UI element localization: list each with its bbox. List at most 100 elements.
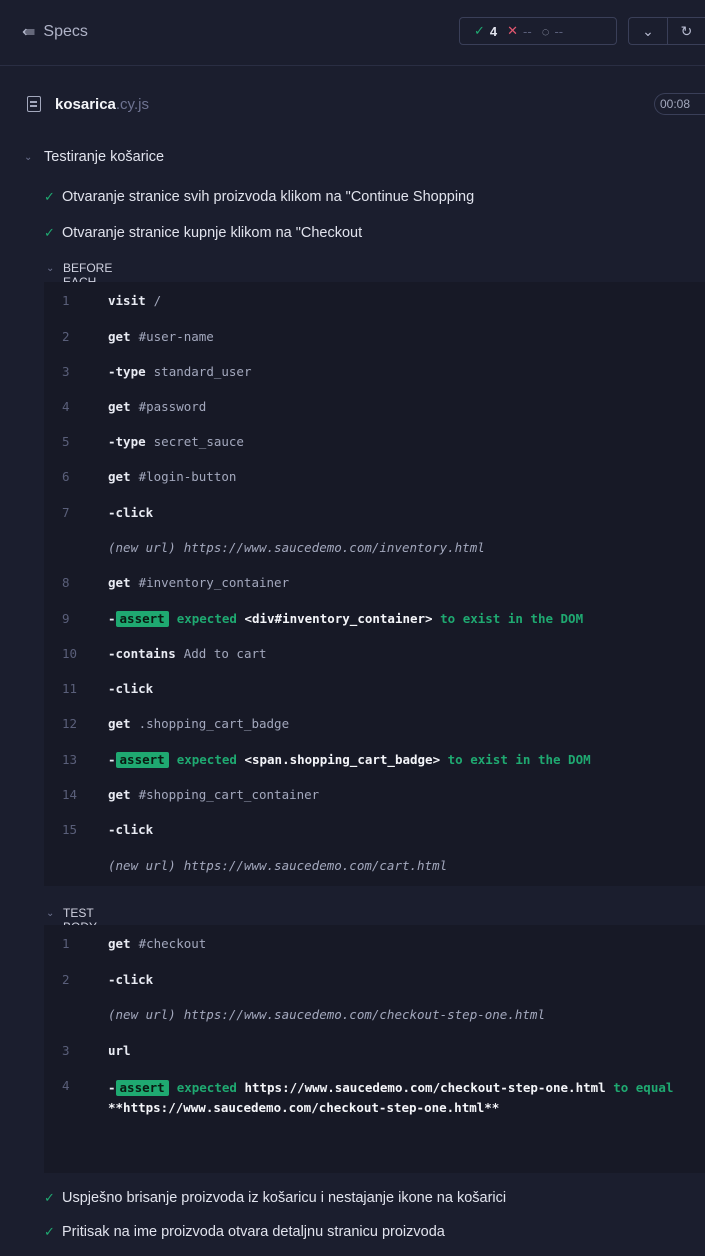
command-body: -type secret_sauce [108,434,244,449]
assert-subject: <span.shopping_cart_badge> [244,752,441,767]
child-dash: - [108,752,116,767]
assert-expected: expected [176,611,237,626]
command-name: -click [108,505,154,520]
assert-expected: expected [176,1080,237,1095]
command-message: #login-button [138,469,237,484]
command-body: (new url) https://www.saucedemo.com/cart.… [108,858,447,873]
line-number: 2 [62,329,70,344]
command-body: -click [108,972,153,987]
assert-predicate: to exist in the DOM [447,752,591,767]
chevron-down-icon: ⌄ [46,263,55,274]
line-number: 11 [62,681,78,696]
command-body: url [108,1043,131,1058]
back-to-specs-icon: ⇚ [22,24,36,41]
check-icon: ✓ [44,1224,55,1239]
command-message: #password [138,399,207,414]
assert-badge: assert [115,611,169,627]
command-body: - assert expected <div#inventory_container… [108,611,583,627]
command-name: get [108,399,131,414]
check-icon: ✓ [474,23,485,38]
test-title: Uspješno brisanje proizvoda iz košaricu … [62,1190,507,1206]
command-message: #inventory_container [138,575,290,590]
command-name: get [108,469,131,484]
test-title: Otvaranje stranice kupnje klikom na "Che… [62,225,363,241]
command-message: #checkout [138,936,207,951]
line-number: 14 [62,787,78,802]
assert-badge: assert [115,1080,169,1096]
specs-button[interactable]: ⇚ Specs [22,18,88,46]
child-dash: - [108,1080,116,1095]
passed-stat: ✓ 4 [474,23,497,39]
child-dash: - [108,611,116,626]
assert-predicate: to exist in the DOM [440,611,584,626]
command-name: get [108,936,131,951]
specs-label: Specs [43,23,88,40]
command-name: -click [108,972,154,987]
assert-expected-value: **https://www.saucedemo.com/checkout-ste… [108,1100,500,1115]
line-number: 1 [62,936,70,951]
command-body: -click [108,505,153,520]
command-log-before-each: 1 visit / 2 get #user-name 3 -type standard_user… [44,282,705,886]
line-number: 6 [62,469,70,484]
command-body: - assert expected https://www.saucedemo.co… [108,1078,688,1118]
command-body: (new url) https://www.saucedemo.com/check… [108,1007,545,1022]
pending-stat: ◌ -- [542,24,563,39]
line-number: 10 [62,646,78,661]
line-number: 5 [62,434,70,449]
command-body: get .shopping_cart_badge [108,716,289,731]
failed-count: -- [523,23,532,39]
check-icon: ✓ [44,1190,55,1205]
new-url-label: (new url) [108,1007,176,1022]
command-name: get [108,329,131,344]
chevron-down-icon[interactable]: ⌄ [629,17,667,45]
command-body: get #login-button [108,469,236,484]
test-title: Pritisak na ime proizvoda otvara detaljn… [62,1224,445,1240]
command-name: visit [108,293,146,308]
new-url-label: (new url) [108,858,176,873]
command-name: url [108,1043,131,1058]
command-name: -click [108,822,154,837]
rerun-icon[interactable]: ↻ [667,17,705,45]
duration-badge: 00:08 [654,93,705,115]
command-body: get #inventory_container [108,575,289,590]
x-icon: ✕ [507,23,519,38]
run-controls: ⌄ ↻ [628,17,705,45]
command-name: -type [108,434,146,449]
command-message: #user-name [138,329,214,344]
check-icon: ✓ [44,189,55,204]
command-message: #shopping_cart_container [138,787,320,802]
spec-file-name[interactable]: kosarica.cy.js [55,96,149,113]
command-name: -contains [108,646,176,661]
command-name: -type [108,364,146,379]
command-body: -click [108,681,153,696]
line-number: 4 [62,399,70,414]
new-url-value: https://www.saucedemo.com/cart.html [183,858,448,873]
line-number: 3 [62,364,70,379]
command-message: / [153,293,162,308]
pending-icon: ◌ [541,23,550,39]
runner-header: ⇚ Specs ✓ 4 ✕ -- ◌ -- ⌄ ↻ [0,0,705,66]
line-number: 4 [62,1078,70,1093]
command-body: get #password [108,399,206,414]
check-icon: ✓ [44,225,55,240]
command-body: -type standard_user [108,364,251,379]
command-body: (new url) https://www.saucedemo.com/inven… [108,540,485,555]
assert-expected: expected [176,752,237,767]
command-log-test-body: 1 get #checkout 2 -click (new url) https://www… [44,925,705,1173]
command-message: secret_sauce [153,434,244,449]
command-body: - assert expected <span.shopping_cart_badg… [108,752,591,768]
line-number: 2 [62,972,70,987]
command-body: get #shopping_cart_container [108,787,319,802]
command-message: .shopping_cart_badge [138,716,290,731]
command-body: get #checkout [108,936,206,951]
command-body: visit / [108,293,161,308]
assert-subject: https://www.saucedemo.com/checkout-step-… [244,1080,606,1095]
command-name: get [108,716,131,731]
command-message: Add to cart [183,646,267,661]
failed-stat: ✕ -- [507,23,532,39]
command-name: get [108,575,131,590]
command-body: -contains Add to cart [108,646,267,661]
chevron-down-icon: ⌄ [46,908,55,919]
line-number: 13 [62,752,78,767]
new-url-value: https://www.saucedemo.com/checkout-step-… [183,1007,545,1022]
